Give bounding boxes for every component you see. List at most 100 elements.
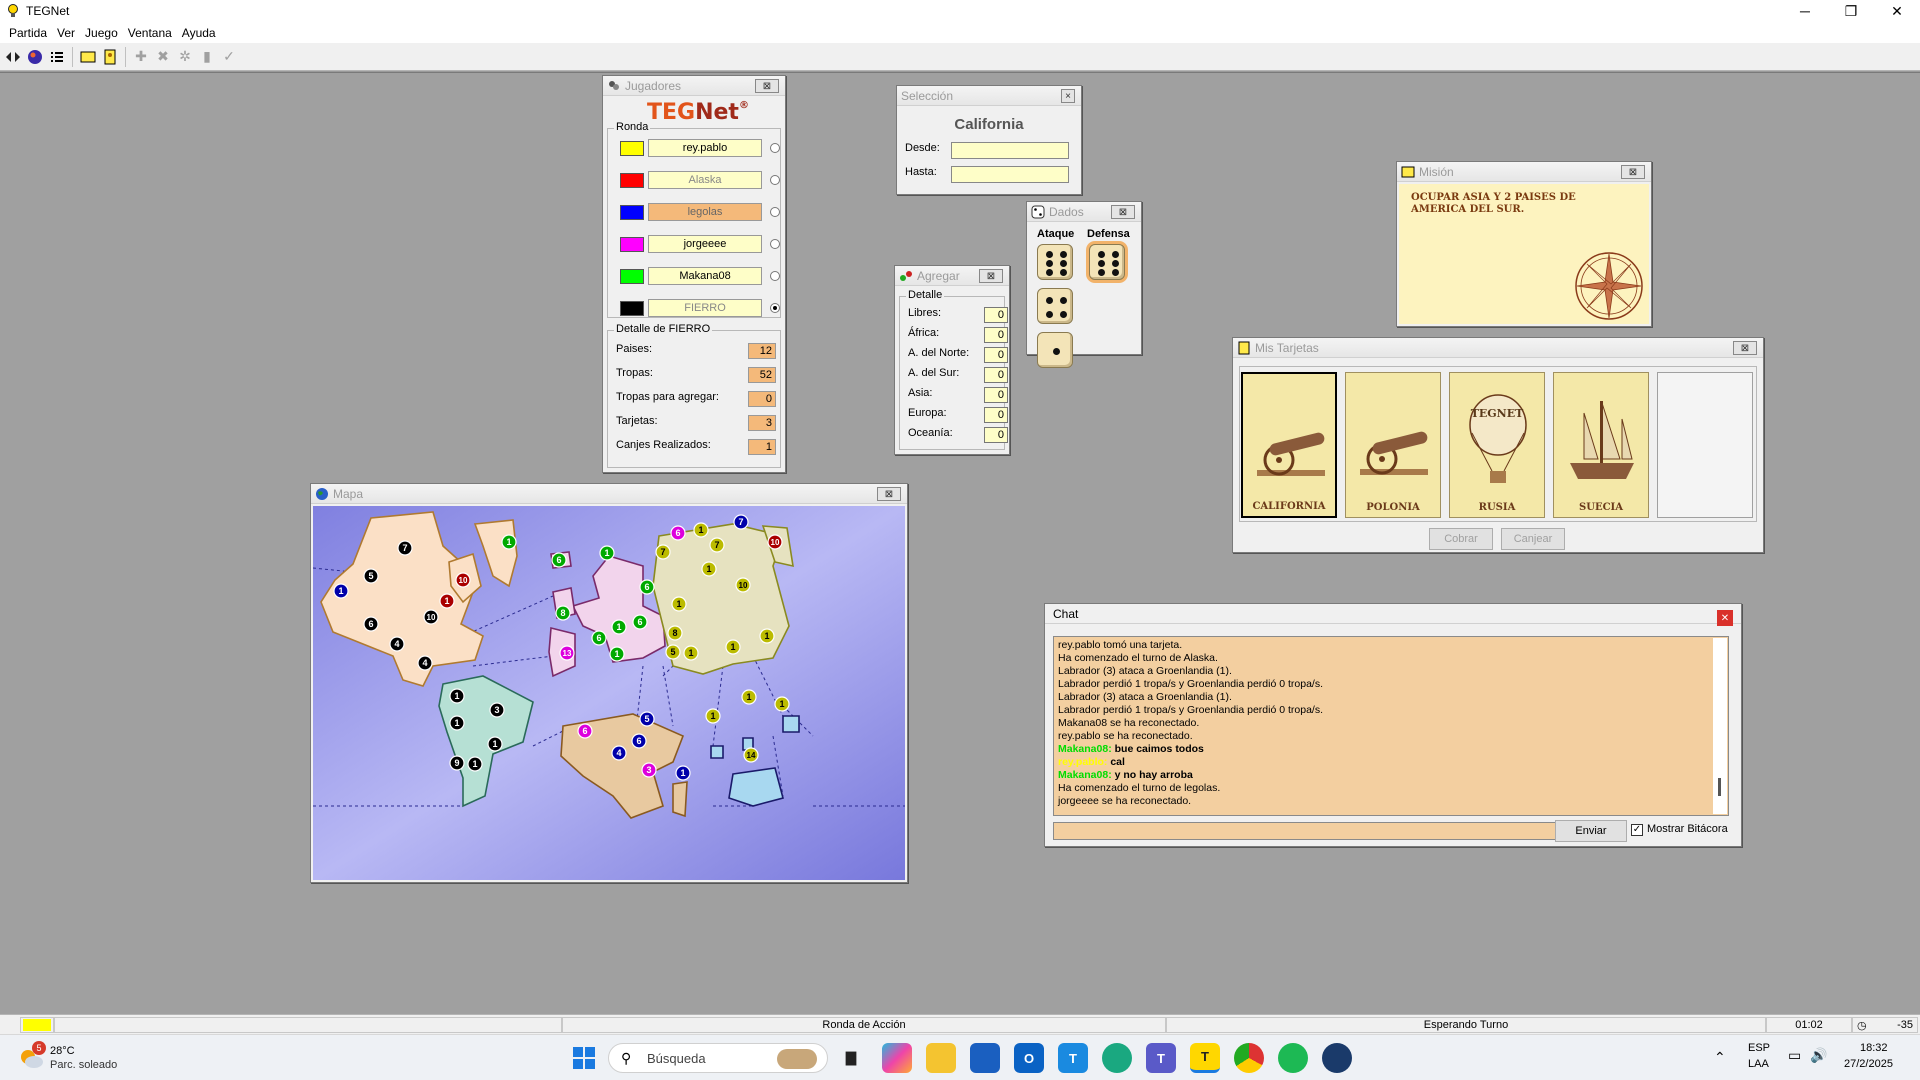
army-marker[interactable]: 5: [639, 711, 655, 727]
country-card[interactable]: CALIFORNIA: [1241, 372, 1337, 518]
army-marker[interactable]: 6: [577, 723, 593, 739]
chat-close-button[interactable]: ✕: [1717, 610, 1733, 626]
army-marker[interactable]: 1: [774, 696, 790, 712]
army-marker[interactable]: 7: [397, 540, 413, 556]
lang-primary[interactable]: ESP: [1748, 1042, 1770, 1054]
country-card[interactable]: TEGNET RUSIA: [1449, 372, 1545, 518]
outlook-icon[interactable]: O: [1014, 1043, 1044, 1073]
army-marker[interactable]: 1: [449, 715, 465, 731]
teams-icon[interactable]: T: [1146, 1043, 1176, 1073]
todo-icon[interactable]: T: [1058, 1043, 1088, 1073]
army-marker[interactable]: 7: [709, 537, 725, 553]
army-marker[interactable]: 6: [670, 525, 686, 541]
army-marker[interactable]: 8: [555, 605, 571, 621]
army-marker[interactable]: 1: [333, 583, 349, 599]
army-marker[interactable]: 10: [455, 572, 471, 588]
start-button[interactable]: [572, 1046, 596, 1070]
steam-icon[interactable]: [1322, 1043, 1352, 1073]
clock-date[interactable]: 27/2/2025: [1844, 1058, 1893, 1070]
army-marker[interactable]: 6: [631, 733, 647, 749]
army-marker[interactable]: 10: [735, 577, 751, 593]
mapa-close-button[interactable]: ⊠: [877, 487, 901, 501]
army-marker[interactable]: 7: [655, 544, 671, 560]
file-explorer-icon[interactable]: [926, 1043, 956, 1073]
hasta-field[interactable]: [951, 166, 1069, 183]
mostrar-bitacora-checkbox[interactable]: ✓: [1631, 824, 1643, 836]
army-marker[interactable]: 1: [599, 545, 615, 561]
minimize-button[interactable]: ─: [1782, 0, 1828, 22]
tray-chevron-icon[interactable]: ⌃: [1714, 1049, 1726, 1066]
tarjetas-close-button[interactable]: ⊠: [1733, 341, 1757, 355]
army-marker[interactable]: 1: [449, 688, 465, 704]
army-marker[interactable]: 6: [551, 552, 567, 568]
agregar-close-button[interactable]: ⊠: [979, 269, 1003, 283]
army-marker[interactable]: 1: [501, 534, 517, 550]
chat-input[interactable]: [1053, 822, 1561, 840]
canjear-button[interactable]: Canjear: [1501, 528, 1565, 550]
list-icon[interactable]: [47, 47, 67, 67]
player-turn-radio[interactable]: [770, 239, 780, 249]
army-marker[interactable]: 1: [439, 593, 455, 609]
army-marker[interactable]: 4: [389, 636, 405, 652]
army-marker[interactable]: 8: [667, 625, 683, 641]
army-marker[interactable]: 6: [632, 614, 648, 630]
dados-close-button[interactable]: ⊠: [1111, 205, 1135, 219]
add-icon[interactable]: ✚: [131, 47, 151, 67]
player-turn-radio[interactable]: [770, 271, 780, 281]
army-marker[interactable]: 13: [559, 645, 575, 661]
country-card[interactable]: SUECIA: [1553, 372, 1649, 518]
army-marker[interactable]: 1: [693, 522, 709, 538]
menu-ayuda[interactable]: Ayuda: [177, 26, 221, 40]
connect-icon[interactable]: [3, 47, 23, 67]
army-marker[interactable]: 1: [701, 561, 717, 577]
army-marker[interactable]: 1: [675, 765, 691, 781]
yellow-card-icon[interactable]: [78, 47, 98, 67]
network-icon[interactable]: ▭: [1788, 1047, 1801, 1064]
clock-time[interactable]: 18:32: [1860, 1042, 1888, 1054]
weather-widget[interactable]: 5 28°C Parc. soleado: [18, 1041, 128, 1075]
mision-close-button[interactable]: ⊠: [1621, 165, 1645, 179]
restore-button[interactable]: ❐: [1828, 0, 1874, 22]
army-marker[interactable]: 14: [743, 747, 759, 763]
card-icon[interactable]: ▮: [197, 47, 217, 67]
army-marker[interactable]: 6: [591, 630, 607, 646]
menu-partida[interactable]: Partida: [4, 26, 52, 40]
check-icon[interactable]: ✓: [219, 47, 239, 67]
world-map[interactable]: 751101610441616861613 16 171077110185 11113…: [313, 506, 905, 880]
army-marker[interactable]: 1: [487, 736, 503, 752]
globe-icon[interactable]: [25, 47, 45, 67]
army-marker[interactable]: 10: [423, 609, 439, 625]
seleccion-close-button[interactable]: ×: [1061, 89, 1075, 103]
jugadores-close-button[interactable]: ⊠: [755, 79, 779, 93]
menu-juego[interactable]: Juego: [80, 26, 123, 40]
tegnet-taskbar-icon[interactable]: T: [1190, 1043, 1220, 1073]
menu-ver[interactable]: Ver: [52, 26, 80, 40]
cobrar-button[interactable]: Cobrar: [1429, 528, 1493, 550]
army-marker[interactable]: 1: [467, 756, 483, 772]
army-marker[interactable]: 1: [759, 628, 775, 644]
gear-icon[interactable]: ✲: [175, 47, 195, 67]
army-marker[interactable]: 1: [683, 645, 699, 661]
army-marker[interactable]: 3: [641, 762, 657, 778]
lang-secondary[interactable]: LAA: [1748, 1058, 1769, 1070]
army-marker[interactable]: 7: [733, 514, 749, 530]
army-marker[interactable]: 6: [363, 616, 379, 632]
chat-scrollbar[interactable]: [1713, 638, 1727, 814]
player-turn-radio[interactable]: [770, 143, 780, 153]
army-marker[interactable]: 3: [489, 702, 505, 718]
army-marker[interactable]: 5: [665, 644, 681, 660]
store-icon[interactable]: [970, 1043, 1000, 1073]
enviar-button[interactable]: Enviar: [1555, 820, 1627, 842]
task-view-icon[interactable]: ▇: [836, 1043, 866, 1073]
mission-icon[interactable]: [100, 47, 120, 67]
army-marker[interactable]: 10: [767, 534, 783, 550]
army-marker[interactable]: 6: [639, 579, 655, 595]
volume-icon[interactable]: 🔊: [1810, 1047, 1827, 1064]
copilot-icon[interactable]: [882, 1043, 912, 1073]
army-marker[interactable]: 1: [609, 646, 625, 662]
cancel-icon[interactable]: ✖: [153, 47, 173, 67]
army-marker[interactable]: 1: [671, 596, 687, 612]
army-marker[interactable]: 1: [741, 689, 757, 705]
menu-ventana[interactable]: Ventana: [123, 26, 177, 40]
army-marker[interactable]: 1: [611, 619, 627, 635]
